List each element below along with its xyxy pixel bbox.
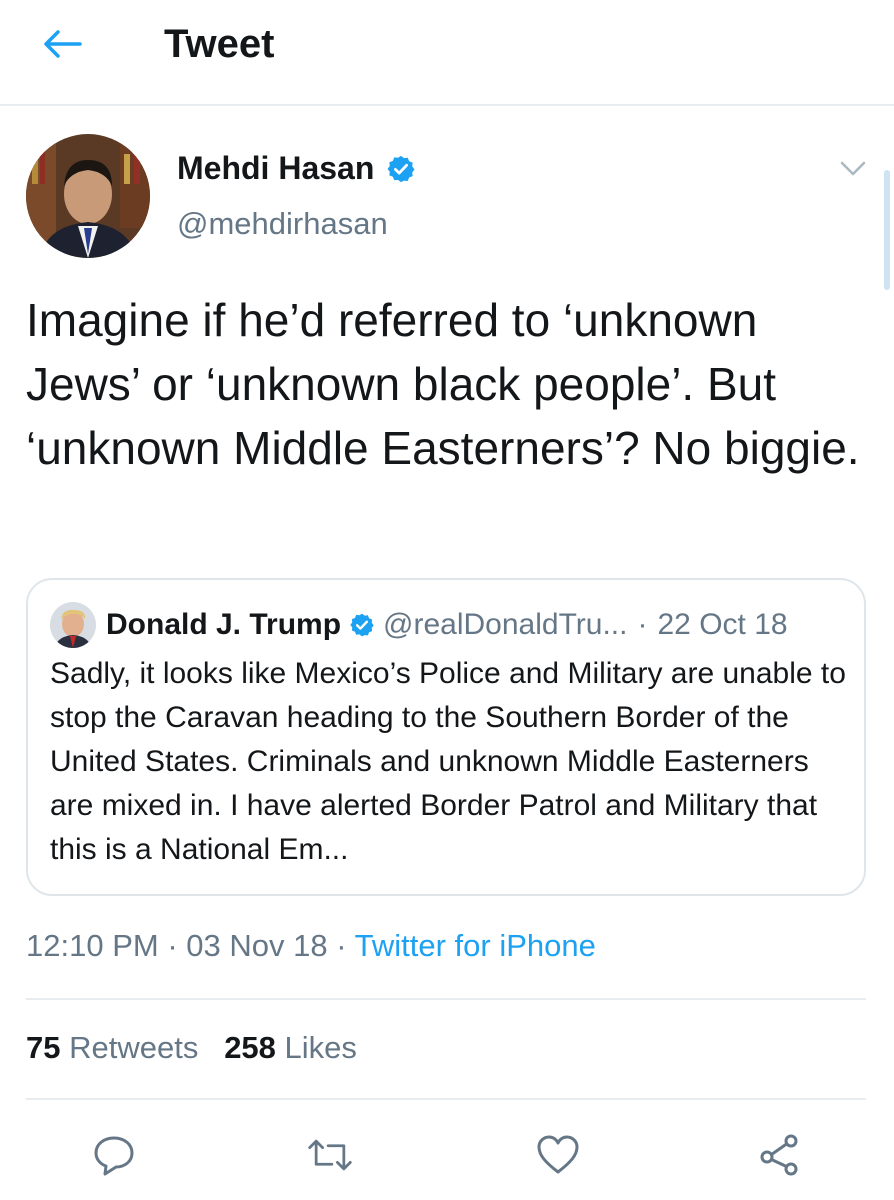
quoted-tweet-text: Sadly, it looks like Mexico’s Police and… (50, 657, 846, 866)
like-button[interactable] (534, 1132, 582, 1178)
share-icon (760, 1134, 798, 1176)
retweet-button[interactable] (306, 1132, 354, 1178)
tweet-metadata: 12:10 PM · 03 Nov 18 · Twitter for iPhon… (26, 928, 596, 964)
back-arrow-icon (44, 30, 82, 58)
avatar-image (26, 134, 150, 258)
author-handle[interactable]: @mehdirhasan (177, 206, 388, 242)
likes-count: 258 (224, 1030, 276, 1065)
quoted-date: 22 Oct 18 (657, 608, 788, 641)
scrollbar[interactable] (884, 170, 890, 290)
reply-button[interactable] (90, 1132, 138, 1178)
share-button[interactable] (756, 1132, 804, 1178)
meta-separator-2: · (336, 928, 347, 963)
quoted-avatar (50, 602, 96, 648)
tweet-date: 03 Nov 18 (186, 928, 328, 963)
divider (26, 998, 866, 1000)
page-title: Tweet (164, 22, 275, 66)
quoted-verified-badge-icon (349, 612, 375, 638)
retweets-count: 75 (26, 1030, 61, 1065)
verified-badge-icon (386, 154, 416, 184)
meta-separator-1: · (167, 928, 178, 963)
back-button[interactable] (38, 26, 86, 62)
avatar[interactable] (26, 134, 150, 258)
quoted-author-name: Donald J. Trump (106, 608, 342, 641)
more-options-button[interactable] (836, 155, 870, 183)
tweet-text: Imagine if he’d referred to ‘unknown Jew… (26, 294, 860, 474)
author-name-text: Mehdi Hasan (177, 150, 375, 186)
likes-label: Likes (284, 1030, 357, 1065)
retweets-stat[interactable]: 75 Retweets (26, 1030, 198, 1065)
quoted-separator: · (637, 608, 648, 641)
likes-stat[interactable]: 258 Likes (224, 1030, 357, 1065)
app-header: Tweet (0, 0, 894, 106)
chevron-down-icon (840, 161, 866, 176)
quoted-tweet-card[interactable]: Donald J. Trump @realDonaldTru... · 22 O… (26, 578, 866, 896)
retweets-label: Retweets (69, 1030, 199, 1065)
quoted-author-handle: @realDonaldTru... (383, 608, 628, 641)
engagement-stats: 75 Retweets 258 Likes (26, 1030, 357, 1066)
like-icon (537, 1135, 579, 1174)
retweet-icon (308, 1139, 352, 1171)
quoted-tweet-header: Donald J. Trump @realDonaldTru... · 22 O… (50, 602, 788, 648)
tweet-time: 12:10 PM (26, 928, 159, 963)
tweet-source-link[interactable]: Twitter for iPhone (355, 928, 596, 963)
author-name[interactable]: Mehdi Hasan (177, 150, 416, 187)
divider (26, 1098, 866, 1100)
reply-icon (94, 1136, 134, 1176)
